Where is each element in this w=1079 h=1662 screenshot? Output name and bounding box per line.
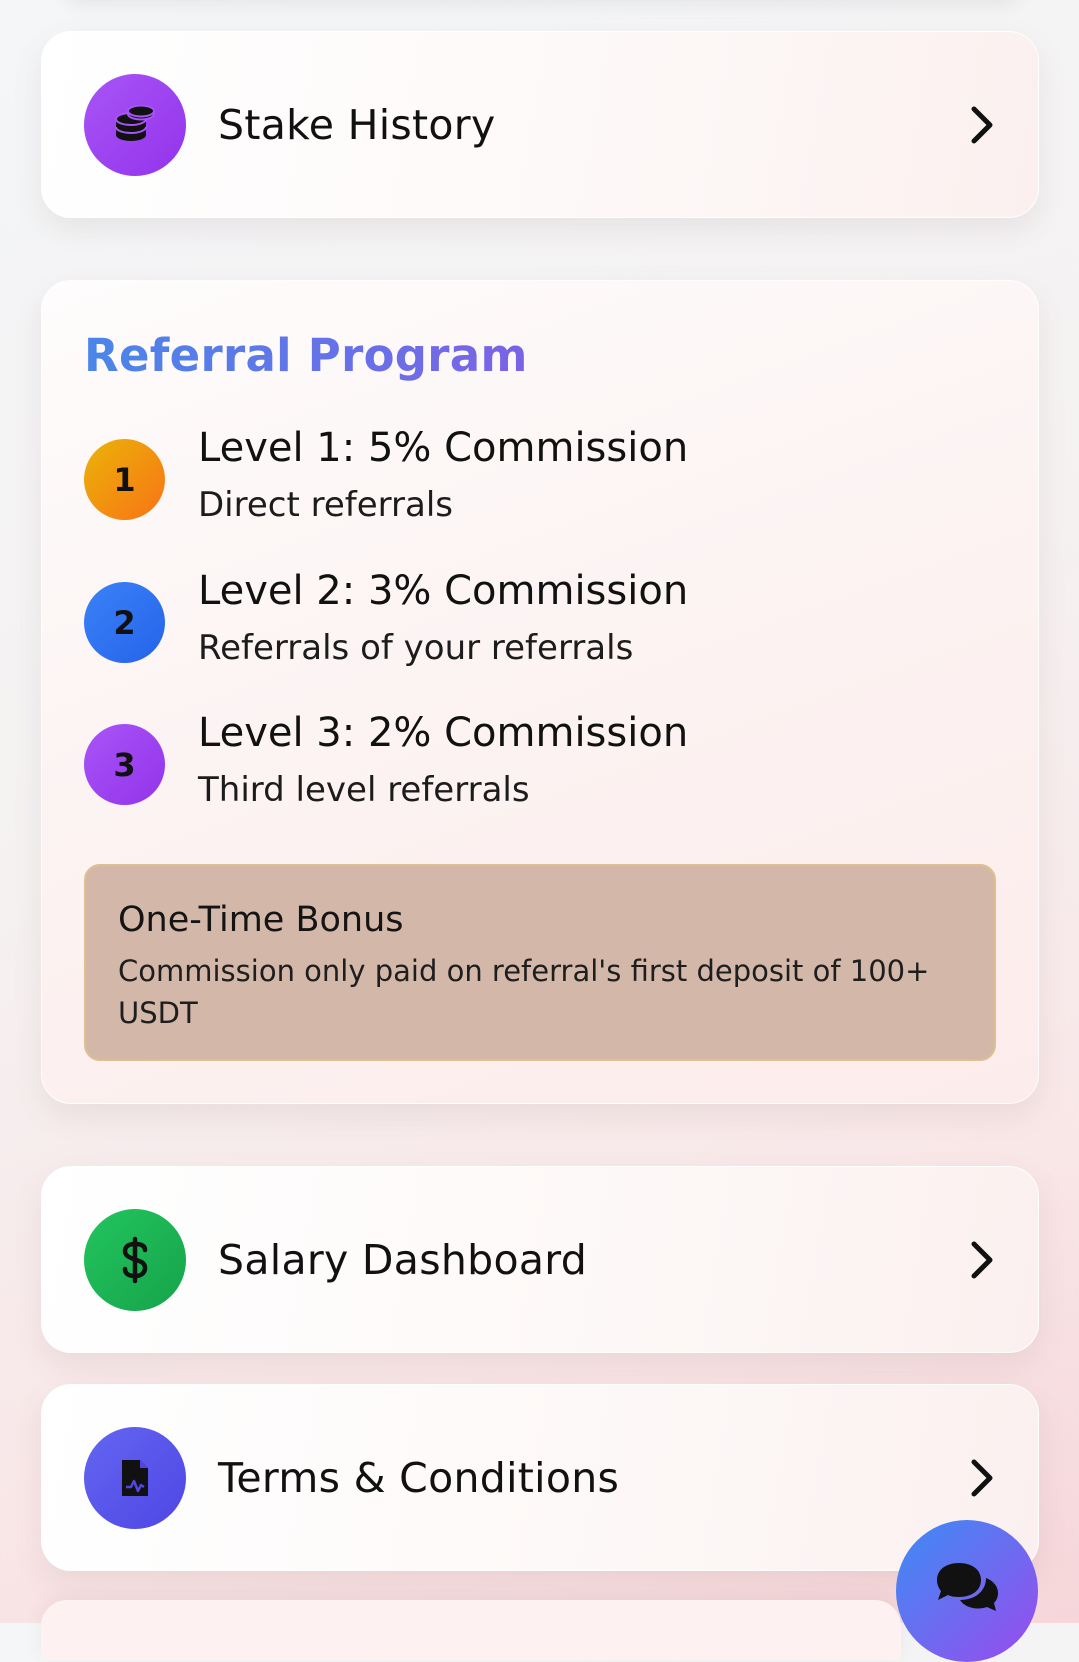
level-title: Level 2: 3% Commission [198, 568, 689, 614]
bonus-title: One-Time Bonus [118, 900, 404, 940]
next-card-edge [41, 1600, 901, 1660]
terms-conditions-label: Terms & Conditions [218, 1453, 620, 1502]
referral-level-2: 2 Level 2: 3% Commission Referrals of yo… [84, 568, 984, 678]
stake-history-button[interactable]: Stake History [41, 31, 1039, 218]
chat-button[interactable] [896, 1520, 1038, 1662]
level-title: Level 1: 5% Commission [198, 425, 689, 471]
level-badge: 2 [84, 582, 165, 663]
chevron-right-icon [962, 105, 1002, 145]
chevron-right-icon [962, 1240, 1002, 1280]
referral-level-1: 1 Level 1: 5% Commission Direct referral… [84, 425, 984, 535]
chevron-right-icon [962, 1458, 1002, 1498]
stake-history-label: Stake History [218, 100, 496, 149]
bonus-description: Commission only paid on referral's first… [118, 954, 930, 1030]
dollar-icon [84, 1208, 186, 1311]
one-time-bonus-notice: One-Time Bonus Commission only paid on r… [84, 864, 996, 1061]
terms-conditions-button[interactable]: Terms & Conditions [41, 1384, 1039, 1571]
level-badge: 1 [84, 439, 165, 520]
level-badge: 3 [84, 724, 165, 805]
coins-icon [84, 73, 186, 176]
level-subtitle: Direct referrals [198, 485, 453, 525]
referral-program-card: Referral Program 1 Level 1: 5% Commissio… [41, 280, 1039, 1104]
salary-dashboard-button[interactable]: Salary Dashboard [41, 1166, 1039, 1353]
document-icon [84, 1426, 186, 1529]
level-title: Level 3: 2% Commission [198, 710, 689, 756]
salary-dashboard-label: Salary Dashboard [218, 1235, 588, 1284]
chat-icon [933, 1560, 1001, 1620]
referral-level-3: 3 Level 3: 2% Commission Third level ref… [84, 710, 984, 820]
level-subtitle: Third level referrals [198, 770, 530, 810]
level-subtitle: Referrals of your referrals [198, 628, 634, 668]
referral-program-title: Referral Program [84, 329, 528, 382]
